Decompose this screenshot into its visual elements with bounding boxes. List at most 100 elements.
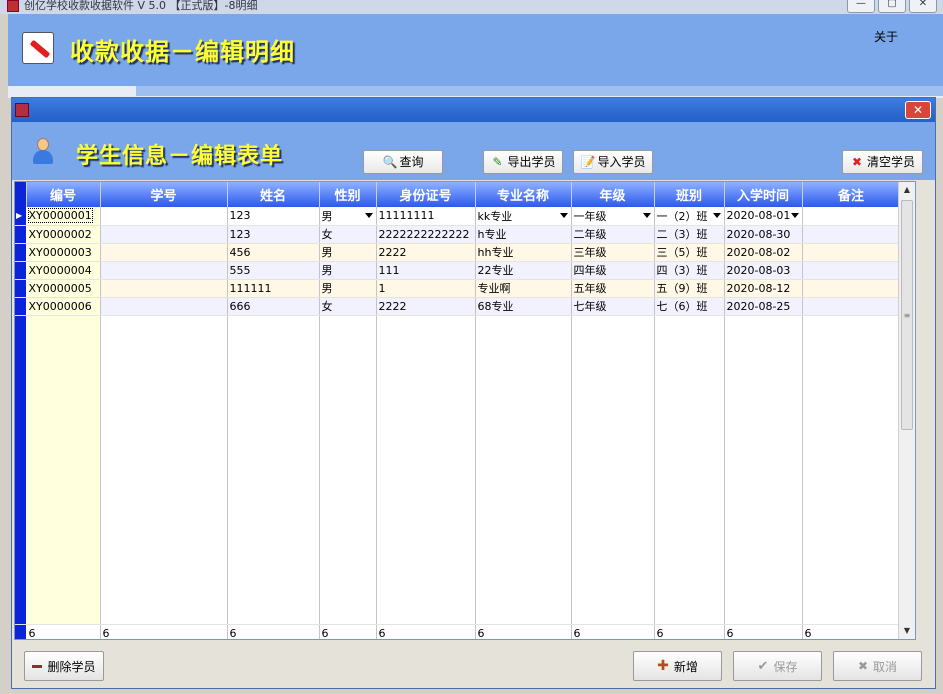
cell-name[interactable]: 555 [227, 261, 320, 280]
dropdown-arrow-icon[interactable] [642, 213, 651, 218]
row-indicator[interactable] [15, 207, 27, 226]
cell-date[interactable]: 2020-08-02 [724, 243, 803, 262]
dropdown-arrow-icon[interactable] [364, 213, 373, 218]
cell-gender[interactable]: 女 [319, 297, 377, 316]
cell-grade[interactable]: 三年级 [571, 243, 655, 262]
table-row[interactable]: XY0000005 111111 男 1 专业啊 五年级 五（9）班 2020-… [15, 279, 901, 298]
cell-code[interactable]: XY0000005 [26, 279, 101, 298]
cell-idno[interactable]: 11111111 [376, 207, 476, 226]
table-row[interactable]: XY0000001 123 男 11111111 kk专业 一年级 一（2）班 … [15, 207, 901, 226]
cell-idno[interactable]: 111 [376, 261, 476, 280]
scroll-thumb[interactable]: ≡ [901, 200, 913, 430]
col-header[interactable]: 身份证号 [376, 182, 476, 207]
cell-grade[interactable]: 二年级 [571, 225, 655, 244]
maximize-button[interactable]: ▢ [878, 0, 906, 13]
cell-class[interactable]: 五（9）班 [654, 279, 725, 298]
cell-idno[interactable]: 2222 [376, 243, 476, 262]
cell-date[interactable]: 2020-08-03 [724, 261, 803, 280]
cell-major[interactable]: 22专业 [475, 261, 572, 280]
col-header[interactable]: 性别 [319, 182, 377, 207]
delete-student-button[interactable]: 删除学员 [24, 651, 104, 681]
cell-note[interactable] [802, 297, 901, 316]
cell-note[interactable] [802, 243, 901, 262]
dialog-close-button[interactable]: ✕ [905, 101, 931, 119]
cell-sid[interactable] [100, 297, 228, 316]
cell-code[interactable]: XY0000003 [26, 243, 101, 262]
cell-sid[interactable] [100, 279, 228, 298]
cell-major[interactable]: kk专业 [475, 207, 572, 226]
clear-students-button[interactable]: ✖ 清空学员 [842, 150, 923, 174]
cell-gender[interactable]: 男 [319, 261, 377, 280]
cell-grade[interactable]: 七年级 [571, 297, 655, 316]
row-indicator[interactable] [15, 243, 27, 262]
cell-grade[interactable]: 一年级 [571, 207, 655, 226]
dropdown-arrow-icon[interactable] [559, 213, 568, 218]
col-header[interactable]: 专业名称 [475, 182, 572, 207]
cell-gender[interactable]: 男 [319, 279, 377, 298]
cell-grade[interactable]: 五年级 [571, 279, 655, 298]
cell-idno[interactable]: 2222222222222 [376, 225, 476, 244]
cell-date[interactable]: 2020-08-12 [724, 279, 803, 298]
table-row[interactable]: XY0000004 555 男 111 22专业 四年级 四（3）班 2020-… [15, 261, 901, 280]
row-indicator[interactable] [15, 225, 27, 244]
col-header[interactable]: 备注 [802, 182, 901, 207]
cell-major[interactable]: 专业啊 [475, 279, 572, 298]
student-grid[interactable]: 编号 学号 姓名 性别 身份证号 专业名称 年级 班别 入学时间 备注 XY00… [14, 181, 916, 640]
row-indicator[interactable] [15, 279, 27, 298]
add-button[interactable]: ✚ 新增 [633, 651, 722, 681]
cell-code[interactable]: XY0000004 [26, 261, 101, 280]
cell-sid[interactable] [100, 225, 228, 244]
cell-sid[interactable] [100, 261, 228, 280]
export-students-button[interactable]: ✎ 导出学员 [483, 150, 563, 174]
col-header[interactable]: 学号 [100, 182, 228, 207]
col-header[interactable]: 编号 [26, 182, 101, 207]
row-indicator[interactable] [15, 297, 27, 316]
dropdown-arrow-icon[interactable] [712, 213, 721, 218]
cell-code[interactable]: XY0000002 [26, 225, 101, 244]
cell-name[interactable]: 123 [227, 225, 320, 244]
scroll-down-icon[interactable]: ▼ [899, 623, 915, 639]
cell-class[interactable]: 四（3）班 [654, 261, 725, 280]
table-row[interactable]: XY0000003 456 男 2222 hh专业 三年级 三（5）班 2020… [15, 243, 901, 262]
cell-date[interactable]: 2020-08-25 [724, 297, 803, 316]
cell-sid[interactable] [100, 243, 228, 262]
cell-name[interactable]: 456 [227, 243, 320, 262]
cell-note[interactable] [802, 207, 901, 226]
col-header[interactable]: 年级 [571, 182, 655, 207]
cell-name[interactable]: 666 [227, 297, 320, 316]
about-link[interactable]: 关于 [874, 28, 898, 45]
cell-note[interactable] [802, 261, 901, 280]
cell-date[interactable]: 2020-08-01 [724, 207, 803, 226]
cell-sid[interactable] [100, 207, 228, 226]
cell-class[interactable]: 一（2）班 [654, 207, 725, 226]
query-button[interactable]: 🔍 查询 [363, 150, 443, 174]
cell-note[interactable] [802, 225, 901, 244]
cell-name[interactable]: 111111 [227, 279, 320, 298]
cell-class[interactable]: 二（3）班 [654, 225, 725, 244]
cell-major[interactable]: h专业 [475, 225, 572, 244]
col-header[interactable]: 班别 [654, 182, 725, 207]
cell-idno[interactable]: 2222 [376, 297, 476, 316]
cell-grade[interactable]: 四年级 [571, 261, 655, 280]
scroll-up-icon[interactable]: ▲ [899, 182, 915, 198]
cell-gender[interactable]: 女 [319, 225, 377, 244]
import-students-button[interactable]: 📝 导入学员 [573, 150, 653, 174]
minimize-button[interactable]: — [847, 0, 875, 13]
cell-gender[interactable]: 男 [319, 243, 377, 262]
cell-note[interactable] [802, 279, 901, 298]
cell-gender[interactable]: 男 [319, 207, 377, 226]
cell-class[interactable]: 七（6）班 [654, 297, 725, 316]
cell-major[interactable]: hh专业 [475, 243, 572, 262]
cell-date[interactable]: 2020-08-30 [724, 225, 803, 244]
vertical-scrollbar[interactable]: ▲ ≡ ▼ [898, 182, 915, 639]
save-button[interactable]: ✔ 保存 [733, 651, 822, 681]
dropdown-arrow-icon[interactable] [790, 213, 799, 218]
cell-code[interactable]: XY0000006 [26, 297, 101, 316]
cell-code[interactable]: XY0000001 [26, 207, 101, 226]
table-row[interactable]: XY0000002 123 女 2222222222222 h专业 二年级 二（… [15, 225, 901, 244]
cancel-button[interactable]: ✖ 取消 [833, 651, 922, 681]
cell-major[interactable]: 68专业 [475, 297, 572, 316]
col-header[interactable]: 姓名 [227, 182, 320, 207]
cell-class[interactable]: 三（5）班 [654, 243, 725, 262]
cell-idno[interactable]: 1 [376, 279, 476, 298]
